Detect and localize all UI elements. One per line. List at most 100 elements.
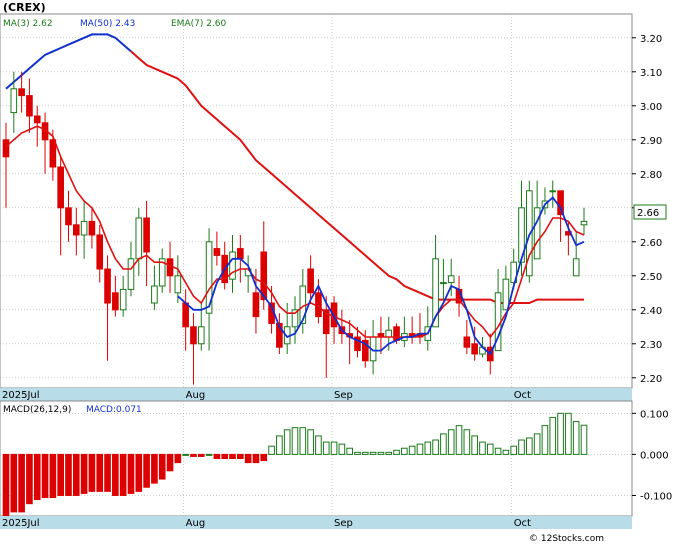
macd-bar — [166, 453, 174, 472]
candle-body — [96, 234, 104, 270]
macd-bar — [119, 453, 127, 496]
candle-body — [151, 285, 158, 304]
candle-body — [237, 248, 244, 260]
macd-bar — [565, 412, 572, 455]
macd-bar — [416, 443, 424, 455]
ma3-legend: MA(3) 2.62 — [3, 19, 53, 29]
macd-bar — [151, 453, 158, 484]
macd-bar — [237, 453, 244, 459]
macd-bar — [229, 453, 236, 459]
candle-body — [49, 139, 57, 168]
macd-month-label: 2025Jul — [2, 518, 40, 529]
candle-body — [447, 275, 455, 284]
macd-bar — [72, 453, 80, 496]
macd-bar — [18, 453, 25, 513]
macd-bar — [510, 445, 518, 455]
candle-body — [463, 336, 471, 348]
macd-bar — [41, 453, 49, 499]
macd-bar — [158, 453, 166, 480]
macd-bar — [479, 441, 486, 455]
macd-bar — [463, 429, 471, 455]
macd-params-label: MACD(26,12,9) — [3, 405, 71, 415]
macd-time-axis-band — [0, 516, 632, 529]
ticker-title: (CREX) — [3, 1, 46, 14]
macd-bar — [408, 445, 416, 455]
candle-body — [18, 88, 25, 97]
macd-bar — [385, 451, 393, 455]
candle-body — [549, 190, 557, 193]
macd-bar — [252, 453, 260, 464]
candle-body — [471, 343, 478, 355]
price-month-label: Sep — [334, 390, 353, 401]
macd-bar — [182, 453, 189, 456]
macd-bar — [88, 453, 96, 492]
candle-body — [135, 217, 143, 260]
macd-bar — [393, 449, 400, 455]
macd-bar — [346, 447, 353, 455]
price-month-label: 2025Jul — [2, 390, 40, 401]
candle-body — [440, 282, 447, 285]
candle-body — [385, 329, 393, 338]
macd-bar — [2, 453, 10, 517]
macd-bar — [112, 453, 119, 496]
macd-bar — [471, 435, 478, 455]
price-ytick-label: 2.30 — [640, 340, 662, 351]
price-ytick-label: 2.40 — [640, 306, 662, 317]
macd-bar — [143, 453, 150, 488]
ma50-legend: MA(50) 2.43 — [80, 19, 135, 29]
macd-bar — [502, 449, 510, 455]
candle-body — [197, 326, 205, 345]
macd-bar — [244, 453, 252, 464]
macd-bar — [307, 429, 314, 455]
macd-bar — [494, 447, 502, 455]
macd-bar — [96, 453, 104, 492]
price-ytick-label: 3.00 — [640, 102, 662, 113]
macd-bar — [322, 441, 330, 455]
macd-bar — [205, 453, 213, 456]
macd-bar — [283, 429, 291, 455]
macd-bar — [486, 443, 494, 455]
macd-bar — [213, 453, 221, 459]
ema7-legend: EMA(7) 2.60 — [171, 19, 227, 29]
macd-bar — [10, 453, 18, 513]
candle-body — [104, 268, 111, 304]
macd-bar — [174, 453, 182, 464]
price-ytick-label: 3.20 — [640, 34, 662, 45]
candle-body — [2, 139, 10, 158]
price-time-axis-band — [0, 388, 632, 401]
macd-bar — [377, 451, 385, 455]
candle-body — [580, 220, 588, 226]
candle-body — [127, 258, 135, 290]
macd-bar — [557, 412, 564, 455]
macd-month-label: Sep — [334, 518, 353, 529]
macd-bar — [190, 453, 197, 457]
macd-ytick-label: -0.100 — [640, 491, 672, 502]
price-ytick-label: 3.10 — [640, 68, 662, 79]
macd-bar — [57, 453, 64, 496]
candle-body — [213, 248, 221, 256]
candle-body — [80, 220, 88, 236]
candle-body — [72, 224, 80, 236]
macd-ytick-label: 0.100 — [640, 409, 669, 420]
macd-bar — [26, 453, 33, 505]
candle-body — [190, 326, 197, 345]
price-ytick-label: 2.80 — [640, 170, 662, 181]
macd-month-label: Oct — [514, 518, 531, 529]
candle-body — [182, 302, 189, 328]
macd-bar — [49, 453, 57, 499]
macd-bar — [432, 439, 439, 455]
macd-bar — [315, 435, 322, 455]
price-ytick-label: 2.90 — [640, 136, 662, 147]
macd-bar — [533, 433, 541, 455]
macd-bar — [440, 433, 447, 455]
macd-bar — [572, 421, 580, 455]
macd-bar — [268, 445, 275, 455]
macd-bar — [549, 416, 557, 455]
macd-bar — [526, 437, 533, 455]
price-month-label: Oct — [514, 390, 531, 401]
macd-bar — [541, 425, 549, 455]
current-price-tag: 2.66 — [637, 208, 659, 219]
macd-bar — [104, 453, 111, 492]
watermark: © 12Stocks.com — [529, 534, 604, 544]
stock-chart: 2.202.302.402.502.602.702.802.903.003.10… — [0, 1, 672, 544]
